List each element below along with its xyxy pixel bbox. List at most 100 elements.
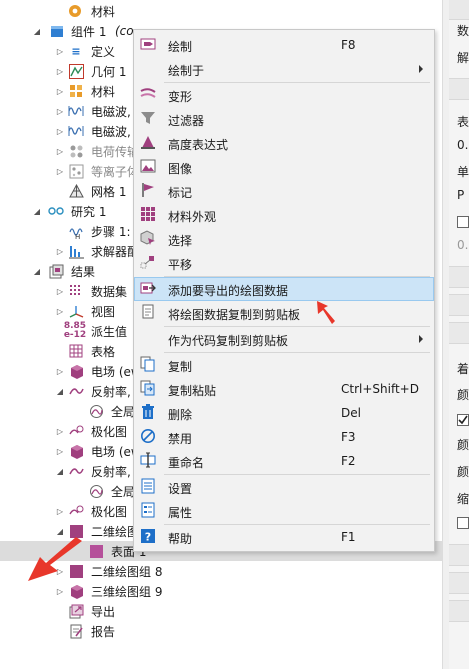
tree-item-label: 反射率, (91, 384, 131, 399)
menu-item-material-appearance[interactable]: 材料外观 (135, 204, 433, 226)
tree-item-materials-global[interactable]: 材料 (0, 1, 442, 21)
settings-section-bar[interactable] (449, 544, 469, 566)
menu-item-shortcut: F2 (341, 454, 356, 468)
menu-item-copy-as-code[interactable]: 作为代码复制到剪贴板 (135, 328, 433, 350)
menu-item-label: 图像 (168, 162, 193, 176)
menu-item-properties[interactable]: 属性 (135, 500, 433, 522)
menu-item-height-expression[interactable]: 高度表达式 (135, 132, 433, 154)
settings-text: 缩 (457, 492, 469, 506)
menu-item-marker[interactable]: 标记 (135, 180, 433, 202)
menu-item-settings[interactable]: 设置 (135, 476, 433, 498)
expand-caret-icon[interactable]: ▷ (55, 126, 65, 136)
expand-caret-icon[interactable]: ▷ (55, 586, 65, 596)
tree-item-label: 极化图 (91, 504, 128, 519)
settings-text: 着 (457, 362, 469, 376)
settings-text: 0. (457, 138, 469, 152)
translation-icon (140, 254, 156, 270)
settings-section-bar[interactable] (449, 572, 469, 594)
menu-item-deformation[interactable]: 变形 (135, 84, 433, 106)
expand-caret-icon[interactable]: ▷ (55, 46, 65, 56)
menu-item-label: 过滤器 (168, 114, 205, 128)
materials-icon (68, 83, 84, 99)
settings-checkbox[interactable] (457, 517, 469, 529)
expand-caret-icon[interactable]: ▷ (55, 366, 65, 376)
menu-item-copy[interactable]: 复制 (135, 354, 433, 376)
global-icon (88, 483, 104, 499)
menu-item-delete[interactable]: 删除 Del (135, 402, 433, 424)
expand-caret-icon[interactable]: ▷ (55, 506, 65, 516)
menu-item-help[interactable]: ? 帮助 F1 (135, 526, 433, 548)
menu-item-add-plot-data-to-export[interactable]: 添加要导出的绘图数据 (134, 277, 434, 301)
settings-section-bar[interactable] (449, 294, 469, 316)
settings-panel-partial: 数 解 表 0. 单 P 0. 着 颜 颜 颜 缩 (449, 0, 469, 669)
derived-values-icon: 8.85 e-12 (63, 321, 87, 340)
selection-icon (140, 230, 156, 246)
settings-checkbox[interactable] (457, 216, 469, 228)
menu-item-disable[interactable]: 禁用 F3 (135, 426, 433, 448)
tree-item-reports[interactable]: 报告 (0, 621, 442, 641)
collapse-caret-icon[interactable]: ◢ (32, 206, 42, 216)
marker-icon (140, 182, 156, 198)
settings-text: 表 (457, 115, 469, 129)
copy-icon (140, 356, 156, 372)
expand-caret-icon[interactable]: ▷ (55, 446, 65, 456)
3d-plot-group-icon (68, 583, 84, 599)
collapse-caret-icon[interactable]: ◢ (55, 386, 65, 396)
menu-item-plot[interactable]: 绘制 F8 (135, 34, 433, 56)
collapse-caret-icon[interactable]: ◢ (55, 466, 65, 476)
menu-item-copy-plot-data-to-clipboard[interactable]: 将绘图数据复制到剪贴板 (135, 302, 433, 324)
menu-item-rename[interactable]: 重命名 F2 (135, 450, 433, 472)
expand-caret-icon[interactable]: ▷ (55, 286, 65, 296)
settings-text: 颜 (457, 465, 469, 479)
help-icon: ? (140, 528, 156, 544)
tree-item-label: 极化图 (91, 424, 128, 439)
deformation-icon (140, 86, 156, 102)
menu-separator (164, 474, 430, 475)
menu-item-image[interactable]: 图像 (135, 156, 433, 178)
collapse-caret-icon[interactable]: ◢ (32, 266, 42, 276)
settings-section-bar[interactable] (449, 266, 469, 288)
expand-caret-icon[interactable]: ▷ (55, 246, 65, 256)
menu-item-shortcut: Ctrl+Shift+D (341, 382, 419, 396)
menu-item-label: 禁用 (168, 432, 193, 446)
tree-item-label: 步骤 1: (91, 224, 131, 239)
tree-item-label: 二维绘图 (91, 524, 140, 539)
menu-item-label: 属性 (168, 506, 193, 520)
filter-icon (140, 110, 156, 126)
collapse-caret-icon[interactable]: ◢ (32, 26, 42, 36)
expand-caret-icon[interactable]: ▷ (55, 166, 65, 176)
menu-item-label: 删除 (168, 408, 193, 422)
tree-item-label: 数据集 (91, 284, 128, 299)
settings-section-bar[interactable] (449, 322, 469, 344)
menu-item-label: 标记 (168, 186, 193, 200)
menu-item-translation[interactable]: 平移 (135, 252, 433, 274)
tree-item-label: 定义 (91, 44, 116, 59)
menu-item-label: 绘制于 (168, 64, 205, 78)
menu-item-label: 重命名 (168, 456, 205, 470)
menu-item-filter[interactable]: 过滤器 (135, 108, 433, 130)
settings-section-bar[interactable] (449, 600, 469, 622)
menu-separator (164, 276, 430, 277)
tree-vertical-scrollbar[interactable] (442, 0, 449, 669)
expand-caret-icon[interactable]: ▷ (55, 66, 65, 76)
expand-caret-icon[interactable]: ▷ (55, 306, 65, 316)
menu-separator (164, 82, 430, 83)
settings-checkbox-checked[interactable] (457, 414, 469, 426)
material-appearance-icon (140, 206, 156, 222)
expand-caret-icon[interactable]: ▷ (55, 106, 65, 116)
copy-plot-data-icon (140, 304, 156, 320)
menu-item-plot-in[interactable]: 绘制于 (135, 58, 433, 80)
menu-item-selection[interactable]: 选择 (135, 228, 433, 250)
expand-caret-icon[interactable]: ▷ (55, 86, 65, 96)
menu-item-shortcut: F8 (341, 38, 356, 52)
add-plot-data-export-icon (140, 280, 156, 296)
menu-item-duplicate[interactable]: 复制粘贴 Ctrl+Shift+D (135, 378, 433, 400)
collapse-caret-icon[interactable]: ◢ (55, 526, 65, 536)
solver-icon (68, 243, 84, 259)
settings-section-bar[interactable] (449, 78, 469, 100)
expand-caret-icon[interactable]: ▷ (55, 146, 65, 156)
expand-caret-icon[interactable]: ▷ (55, 426, 65, 436)
menu-separator (164, 352, 430, 353)
tree-item-export[interactable]: 导出 (0, 601, 442, 621)
tree-item-label: 报告 (91, 624, 116, 639)
